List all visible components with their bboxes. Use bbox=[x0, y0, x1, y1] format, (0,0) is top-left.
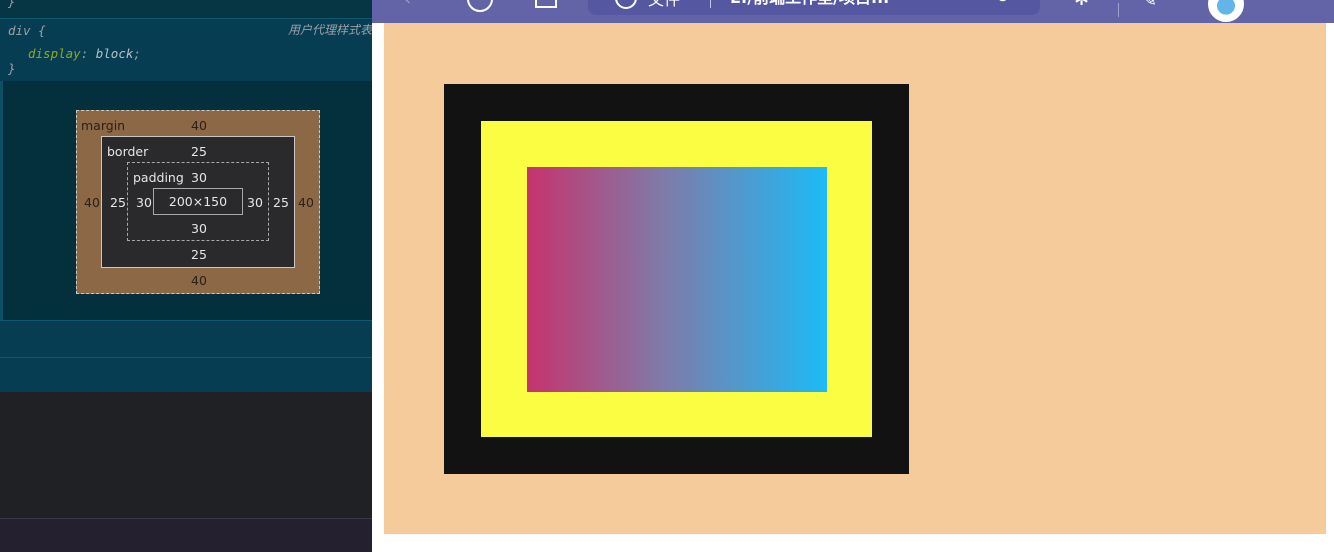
devtools-computed-list bbox=[0, 392, 372, 518]
rule-semicolon: ; bbox=[133, 46, 141, 61]
rule-property-value[interactable]: block bbox=[96, 46, 134, 61]
rule-close-brace: } bbox=[8, 61, 16, 76]
border-left-value[interactable]: 25 bbox=[110, 195, 126, 210]
browser-toolbar: ‹ 文件 E:/前端工作室/项目... ☆ ⊕ ✲ ✎ bbox=[372, 0, 1334, 23]
border-right-value[interactable]: 25 bbox=[273, 195, 289, 210]
margin-right-value[interactable]: 40 bbox=[298, 195, 314, 210]
devtools-panel: } div { 用户代理样式表 display: block; } margin… bbox=[0, 0, 372, 552]
info-icon[interactable] bbox=[615, 0, 637, 9]
toolbar-divider bbox=[1118, 3, 1119, 17]
puzzle-icon[interactable]: ✲ bbox=[1074, 0, 1089, 9]
previous-rule-close-brace: } bbox=[8, 0, 16, 9]
border-bottom-value[interactable]: 25 bbox=[191, 247, 207, 262]
content-size-value[interactable]: 200×150 bbox=[153, 194, 243, 209]
rule-colon: : bbox=[80, 46, 89, 61]
back-arrow-icon[interactable]: ‹ bbox=[404, 0, 411, 9]
extension-icon[interactable]: ⊕ bbox=[996, 0, 1009, 5]
devtools-section-bar[interactable] bbox=[0, 320, 372, 357]
profile-avatar[interactable] bbox=[1208, 0, 1244, 22]
reload-icon[interactable] bbox=[467, 0, 493, 12]
rule-selector[interactable]: div { bbox=[8, 23, 46, 38]
previous-rule-strip: } bbox=[0, 0, 372, 18]
pen-icon[interactable]: ✎ bbox=[1142, 0, 1157, 10]
demo-div-content bbox=[527, 167, 827, 392]
address-separator bbox=[710, 0, 711, 8]
devtools-footer bbox=[0, 518, 372, 552]
border-top-value[interactable]: 25 bbox=[191, 144, 207, 159]
border-label: border bbox=[107, 144, 149, 159]
file-scheme-label: 文件 bbox=[648, 0, 680, 10]
rule-declaration[interactable]: display: block; bbox=[28, 46, 141, 61]
margin-top-value[interactable]: 40 bbox=[191, 118, 207, 133]
demo-div-border[interactable] bbox=[444, 84, 909, 474]
padding-bottom-value[interactable]: 30 bbox=[191, 221, 207, 236]
address-path[interactable]: E:/前端工作室/项目... bbox=[730, 0, 889, 8]
rule-property-name[interactable]: display bbox=[28, 46, 81, 61]
user-agent-style-rule[interactable]: div { 用户代理样式表 display: block; } bbox=[0, 18, 372, 82]
tab-grid-icon[interactable] bbox=[535, 0, 557, 8]
margin-left-value[interactable]: 40 bbox=[84, 195, 100, 210]
address-bar[interactable]: 文件 E:/前端工作室/项目... ☆ ⊕ bbox=[588, 0, 1040, 15]
padding-top-value[interactable]: 30 bbox=[191, 170, 207, 185]
demo-div-padding bbox=[481, 121, 872, 437]
margin-label: margin bbox=[81, 118, 126, 133]
devtools-filter-bar[interactable] bbox=[0, 357, 372, 393]
padding-left-value[interactable]: 30 bbox=[136, 195, 152, 210]
padding-label: padding bbox=[133, 170, 184, 185]
margin-bottom-value[interactable]: 40 bbox=[191, 273, 207, 288]
padding-right-value[interactable]: 30 bbox=[247, 195, 263, 210]
rule-origin-label: 用户代理样式表 bbox=[287, 23, 372, 37]
